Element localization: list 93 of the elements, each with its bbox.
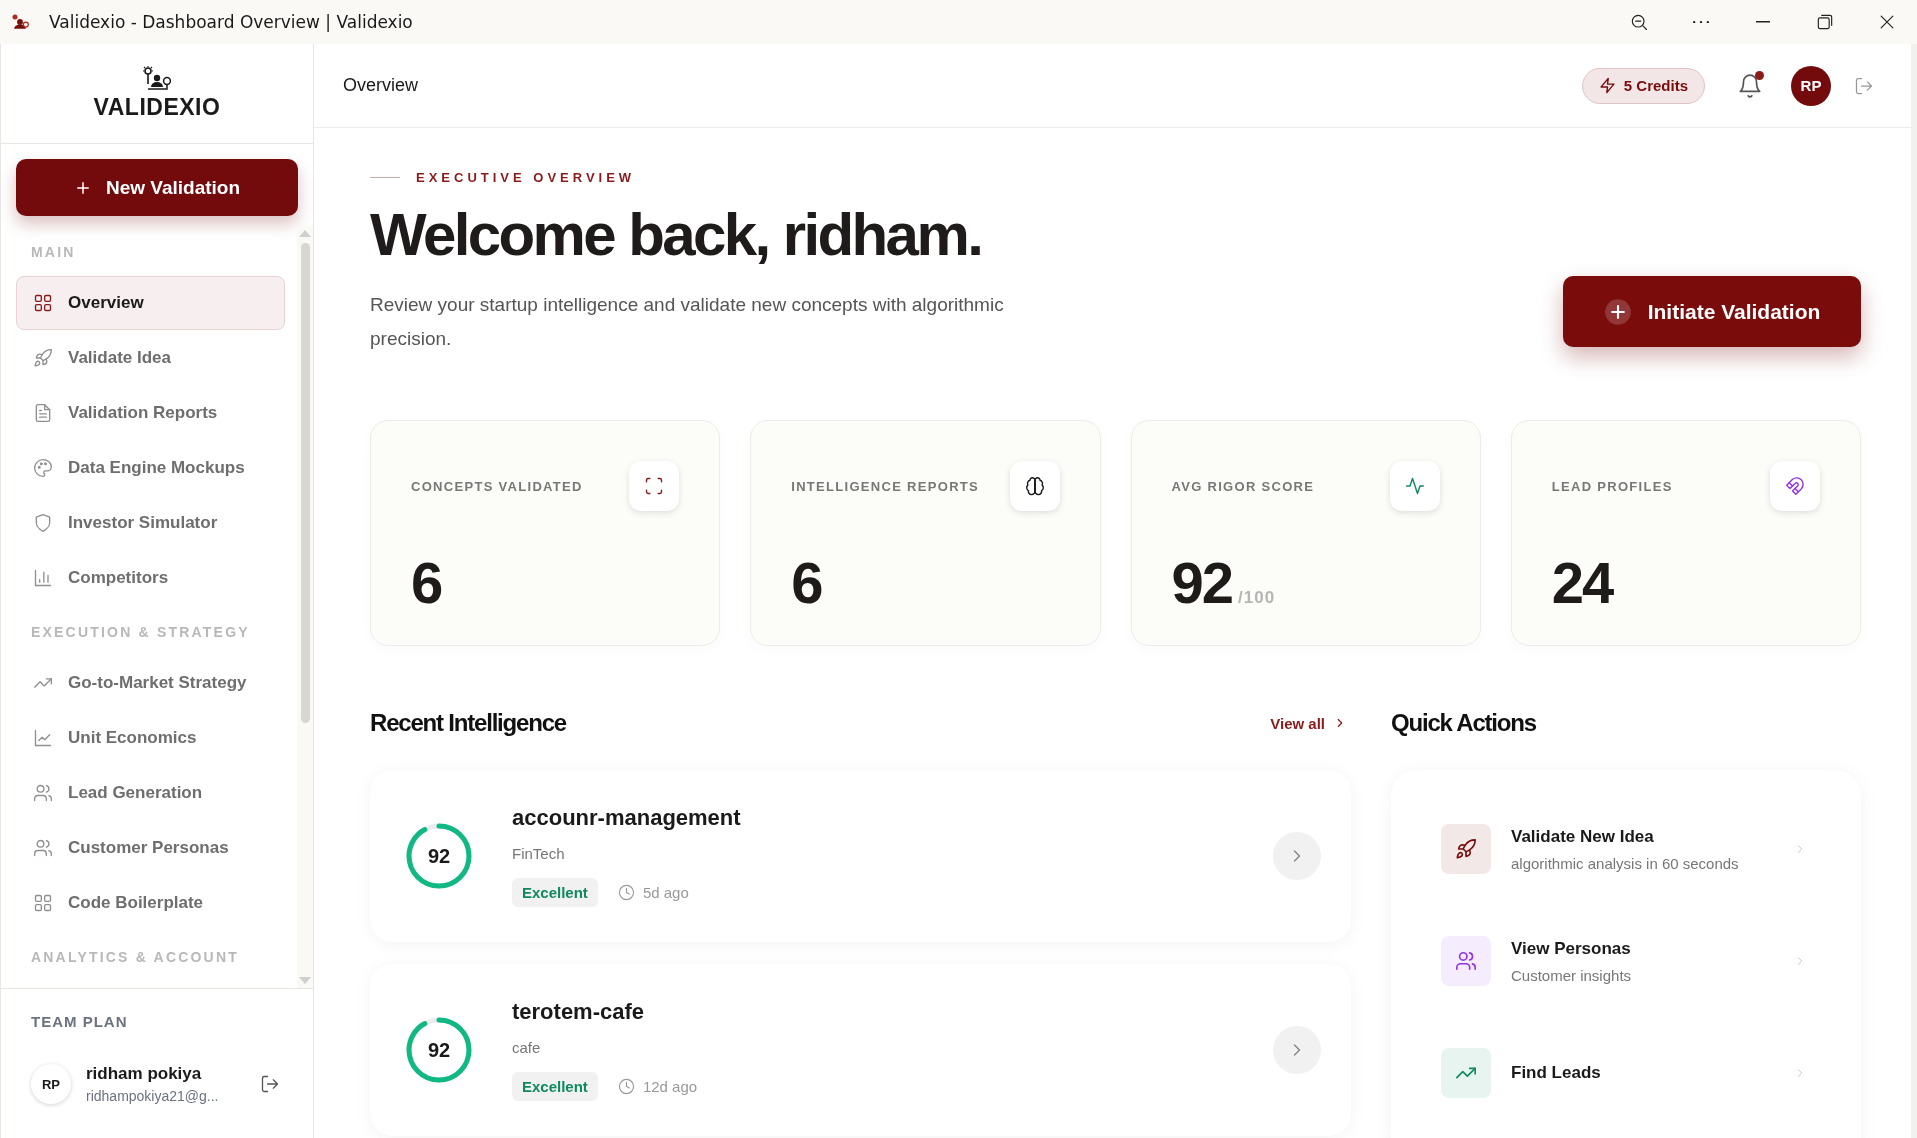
sidebar-item[interactable]: Customer Personas [16, 821, 285, 875]
brain-icon [1024, 476, 1045, 496]
section-heading: EXECUTION & STRATEGY [30, 623, 251, 642]
users-icon [33, 783, 53, 803]
score-value: 92 [427, 1038, 451, 1062]
user-email: ridhampokiya21@g... [86, 1088, 220, 1104]
sidebar-item[interactable]: Data Engine Mockups [16, 441, 285, 495]
hero-description: Review your startup intelligence and validate new concepts with algorithmic precision. [370, 293, 1005, 351]
score-ring [405, 1016, 473, 1084]
report-card[interactable]: 92 accounr-management FinTech Excellent 5d ago [370, 770, 1351, 942]
logout-icon [260, 1074, 280, 1094]
action-subtitle: Customer insights [1511, 966, 1633, 984]
stat-label: AVG RIGOR SCORE [1171, 478, 1315, 494]
rocket-icon [33, 348, 53, 368]
sidebar-item[interactable]: Code Boilerplate [16, 876, 285, 930]
user-name: ridham pokiya [86, 1064, 203, 1084]
stat-value: 6 [791, 549, 822, 616]
open-report-button[interactable] [1273, 1026, 1321, 1074]
section-heading: MAIN [30, 243, 77, 262]
report-category: cafe [512, 1039, 542, 1056]
sidebar-item[interactable]: Validate Idea [16, 331, 285, 385]
welcome-heading: Welcome back, ridham. [370, 203, 983, 266]
action-title: View Personas [1511, 938, 1632, 959]
restore-icon [1815, 12, 1835, 32]
new-validation-button[interactable]: New Validation [16, 159, 298, 216]
logout-icon [1854, 75, 1874, 96]
clock-icon [617, 1078, 635, 1095]
rating-badge: Excellent [512, 878, 598, 907]
eyebrow-label: EXECUTIVE OVERVIEW [416, 170, 636, 185]
report-time: 5d ago [642, 884, 689, 901]
window-title: Validexio - Dashboard Overview | Validexio [49, 12, 413, 32]
profile-avatar[interactable]: RP [1791, 65, 1831, 106]
users-icon [1455, 950, 1477, 972]
report-category: FinTech [512, 845, 566, 862]
minimize-icon [1756, 21, 1770, 23]
users-icon [33, 838, 53, 858]
sidebar-item[interactable]: Competitors [16, 551, 285, 605]
stat-label: CONCEPTS VALIDATED [411, 478, 583, 494]
rocket-icon [1455, 838, 1477, 860]
sidebar-item[interactable]: Validation Reports [16, 386, 285, 440]
more-options-icon [1693, 20, 1709, 24]
stat-value: 92 [1171, 549, 1232, 616]
credits-badge[interactable]: 5 Credits [1581, 67, 1705, 104]
stat-suffix: /100 [1238, 588, 1276, 608]
line-chart-icon [33, 728, 53, 748]
document-icon [33, 403, 53, 423]
scan-frame-icon [644, 476, 665, 496]
sidebar-item[interactable]: Unit Economics [16, 711, 285, 765]
action-title: Find Leads [1511, 1063, 1602, 1083]
view-all-link[interactable]: View all [1270, 714, 1347, 732]
plan-label: TEAM PLAN [31, 1013, 129, 1030]
sidebar-item[interactable]: Investor Simulator [16, 496, 285, 550]
shield-icon [33, 513, 53, 533]
scrollbar[interactable] [297, 226, 313, 988]
action-subtitle: algorithmic analysis in 60 seconds [1511, 854, 1740, 872]
sidebar-item[interactable]: Overview [16, 276, 285, 330]
sidebar-item[interactable]: Go-to-Market Strategy [16, 656, 285, 710]
stat-label: INTELLIGENCE REPORTS [791, 478, 980, 494]
section-heading: ANALYTICS & ACCOUNT [30, 948, 240, 967]
logo-icon [142, 66, 172, 92]
bell-icon [1737, 72, 1763, 99]
pulse-icon [1404, 476, 1425, 496]
grid-icon [33, 293, 53, 313]
stat-label: LEAD PROFILES [1551, 478, 1673, 494]
palette-icon [33, 458, 53, 478]
magnet-icon [1785, 476, 1805, 496]
rating-badge: Excellent [512, 1072, 598, 1101]
quick-action-item[interactable]: Validate New Idea algorithmic analysis in 60 seconds [1441, 824, 1821, 874]
lightning-icon [1598, 77, 1616, 94]
grid-icon [33, 893, 53, 913]
quick-action-item[interactable]: Find Leads [1441, 1048, 1821, 1098]
page-title: Overview [343, 75, 418, 96]
score-value: 92 [427, 844, 451, 868]
quick-action-item[interactable]: View Personas Customer insights [1441, 936, 1821, 986]
plus-circle-icon [1603, 297, 1632, 326]
action-title: Validate New Idea [1511, 826, 1655, 847]
score-ring [405, 822, 473, 890]
open-report-button[interactable] [1273, 832, 1321, 880]
report-title: accounr-management [512, 805, 742, 831]
clock-icon [617, 884, 635, 901]
initiate-validation-button[interactable]: Initiate Validation [1563, 276, 1861, 347]
sidebar-item[interactable]: Lead Generation [16, 766, 285, 820]
zoom-icon [1629, 12, 1649, 32]
report-title: terotem-cafe [512, 999, 646, 1025]
bar-chart-icon [33, 568, 53, 588]
logo-wordmark: VALIDEXIO [93, 94, 221, 121]
report-card[interactable]: 92 terotem-cafe cafe Excellent 12d ago [370, 964, 1351, 1136]
app-logo-icon [10, 12, 30, 32]
stat-value: 24 [1551, 549, 1613, 616]
report-time: 12d ago [642, 1078, 698, 1095]
stat-value: 6 [411, 549, 442, 616]
section-title: Quick Actions [1391, 709, 1536, 737]
section-title: Recent Intelligence [370, 709, 566, 737]
